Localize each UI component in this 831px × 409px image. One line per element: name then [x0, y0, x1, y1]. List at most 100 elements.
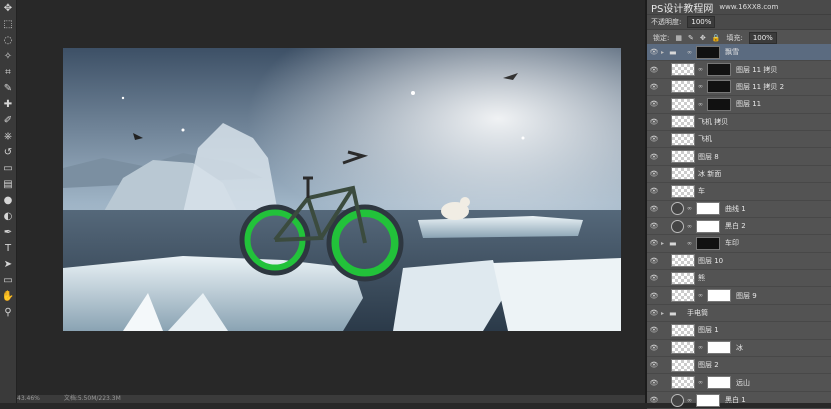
- visibility-eye-icon[interactable]: 👁: [647, 100, 661, 108]
- layer-mask-thumbnail[interactable]: [707, 97, 731, 111]
- layer-row[interactable]: 👁 ∞ 图层 11 拷贝: [647, 61, 831, 79]
- layer-row[interactable]: 👁 ▸ ▬ 手电筒: [647, 305, 831, 323]
- layer-mask-thumbnail[interactable]: [707, 63, 731, 77]
- lock-position-icon[interactable]: ✥: [700, 34, 706, 42]
- layer-row[interactable]: 👁 ∞ 远山: [647, 374, 831, 392]
- lock-pixels-icon[interactable]: ✎: [688, 34, 694, 42]
- zoom-readout[interactable]: 43.46%: [17, 395, 40, 402]
- layer-row[interactable]: 👁 ∞ 图层 11 拷贝 2: [647, 79, 831, 97]
- visibility-eye-icon[interactable]: 👁: [647, 274, 661, 282]
- move-tool-icon[interactable]: ✥: [0, 0, 16, 16]
- layer-row[interactable]: 👁 ▸ ▬ ∞ 飘雪: [647, 44, 831, 62]
- quick-select-tool-icon[interactable]: ✧: [0, 48, 16, 64]
- layer-thumbnail[interactable]: [671, 115, 695, 129]
- layer-mask-thumbnail[interactable]: [696, 219, 720, 233]
- layer-row[interactable]: 👁 ∞ 黑白 2: [647, 218, 831, 236]
- layer-row[interactable]: 👁 ∞ 曲线 1: [647, 201, 831, 218]
- visibility-eye-icon[interactable]: 👁: [647, 118, 661, 126]
- marquee-tool-icon[interactable]: ⬚: [0, 16, 16, 32]
- visibility-eye-icon[interactable]: 👁: [647, 292, 661, 300]
- visibility-eye-icon[interactable]: 👁: [647, 170, 661, 178]
- lasso-tool-icon[interactable]: ◌: [0, 32, 16, 48]
- layer-mask-thumbnail[interactable]: [696, 236, 720, 250]
- expand-arrow-icon[interactable]: ▸: [661, 310, 669, 317]
- visibility-eye-icon[interactable]: 👁: [647, 205, 661, 213]
- layer-row[interactable]: 👁 图层 2: [647, 357, 831, 375]
- layer-thumbnail[interactable]: [671, 97, 695, 111]
- clone-stamp-tool-icon[interactable]: ⎈: [0, 128, 16, 144]
- layer-thumbnail[interactable]: [671, 150, 695, 164]
- eraser-tool-icon[interactable]: ▭: [0, 160, 16, 176]
- layer-row[interactable]: 👁 飞机 拷贝: [647, 114, 831, 131]
- visibility-eye-icon[interactable]: 👁: [647, 239, 661, 247]
- visibility-eye-icon[interactable]: 👁: [647, 222, 661, 230]
- layer-row[interactable]: 👁 飞机: [647, 131, 831, 149]
- layer-row[interactable]: 👁 冰 新面: [647, 166, 831, 184]
- visibility-eye-icon[interactable]: 👁: [647, 66, 661, 74]
- layer-row[interactable]: 👁 ∞ 图层 9: [647, 287, 831, 305]
- lock-all-icon[interactable]: 🔒: [712, 34, 721, 42]
- layer-thumbnail[interactable]: [671, 376, 695, 390]
- path-select-tool-icon[interactable]: ➤: [0, 256, 16, 272]
- layer-row[interactable]: 👁 熊: [647, 270, 831, 288]
- layer-thumbnail[interactable]: [671, 323, 695, 337]
- layer-mask-thumbnail[interactable]: [707, 376, 731, 390]
- layer-row[interactable]: 👁 ∞ 图层 11: [647, 96, 831, 114]
- visibility-eye-icon[interactable]: 👁: [647, 326, 661, 334]
- visibility-eye-icon[interactable]: 👁: [647, 48, 661, 56]
- layer-row[interactable]: 👁 图层 1: [647, 322, 831, 340]
- visibility-eye-icon[interactable]: 👁: [647, 344, 661, 352]
- layer-row[interactable]: 👁 图层 10: [647, 253, 831, 271]
- document-canvas[interactable]: [63, 48, 621, 331]
- layer-thumbnail[interactable]: [671, 132, 695, 146]
- layer-thumbnail[interactable]: [671, 254, 695, 268]
- visibility-eye-icon[interactable]: 👁: [647, 83, 661, 91]
- blur-tool-icon[interactable]: ●: [0, 192, 16, 208]
- gradient-tool-icon[interactable]: ▤: [0, 176, 16, 192]
- layer-row[interactable]: 👁 ▸ ▬ ∞ 车印: [647, 235, 831, 253]
- layer-row[interactable]: 👁 ∞ 黑白 1: [647, 392, 831, 409]
- visibility-eye-icon[interactable]: 👁: [647, 187, 661, 195]
- adjustment-icon[interactable]: [671, 219, 684, 233]
- layer-row[interactable]: 👁 车: [647, 183, 831, 201]
- layer-row[interactable]: 👁 ∞ 冰: [647, 340, 831, 358]
- shape-tool-icon[interactable]: ▭: [0, 272, 16, 288]
- opacity-field[interactable]: 100%: [687, 16, 716, 28]
- visibility-eye-icon[interactable]: 👁: [647, 309, 661, 317]
- layer-mask-thumbnail[interactable]: [696, 45, 720, 59]
- crop-tool-icon[interactable]: ⌗: [0, 64, 16, 80]
- zoom-tool-icon[interactable]: ⚲: [0, 304, 16, 320]
- adjustment-icon[interactable]: [671, 202, 684, 216]
- layer-mask-thumbnail[interactable]: [707, 289, 731, 303]
- layer-thumbnail[interactable]: [671, 289, 695, 303]
- layer-thumbnail[interactable]: [671, 341, 695, 355]
- visibility-eye-icon[interactable]: 👁: [647, 379, 661, 387]
- healing-tool-icon[interactable]: ✚: [0, 96, 16, 112]
- history-brush-tool-icon[interactable]: ↺: [0, 144, 16, 160]
- visibility-eye-icon[interactable]: 👁: [647, 153, 661, 161]
- expand-arrow-icon[interactable]: ▸: [661, 240, 669, 247]
- brush-tool-icon[interactable]: ✐: [0, 112, 16, 128]
- type-tool-icon[interactable]: T: [0, 240, 16, 256]
- visibility-eye-icon[interactable]: 👁: [647, 361, 661, 369]
- layer-thumbnail[interactable]: [671, 358, 695, 372]
- lock-transparent-icon[interactable]: ▦: [675, 34, 682, 42]
- layer-thumbnail[interactable]: [671, 167, 695, 181]
- layer-mask-thumbnail[interactable]: [696, 393, 720, 407]
- hand-tool-icon[interactable]: ✋: [0, 288, 16, 304]
- layer-thumbnail[interactable]: [671, 63, 695, 77]
- pen-tool-icon[interactable]: ✒: [0, 224, 16, 240]
- layer-mask-thumbnail[interactable]: [696, 202, 720, 216]
- layer-mask-thumbnail[interactable]: [707, 80, 731, 94]
- layer-mask-thumbnail[interactable]: [707, 341, 731, 355]
- adjustment-icon[interactable]: [671, 393, 684, 407]
- layer-thumbnail[interactable]: [671, 80, 695, 94]
- visibility-eye-icon[interactable]: 👁: [647, 135, 661, 143]
- dodge-tool-icon[interactable]: ◐: [0, 208, 16, 224]
- layer-row[interactable]: 👁 图层 8: [647, 148, 831, 166]
- layer-thumbnail[interactable]: [671, 271, 695, 285]
- expand-arrow-icon[interactable]: ▸: [661, 49, 669, 56]
- fill-field[interactable]: 100%: [748, 32, 777, 44]
- eyedropper-tool-icon[interactable]: ✎: [0, 80, 16, 96]
- layer-thumbnail[interactable]: [671, 184, 695, 198]
